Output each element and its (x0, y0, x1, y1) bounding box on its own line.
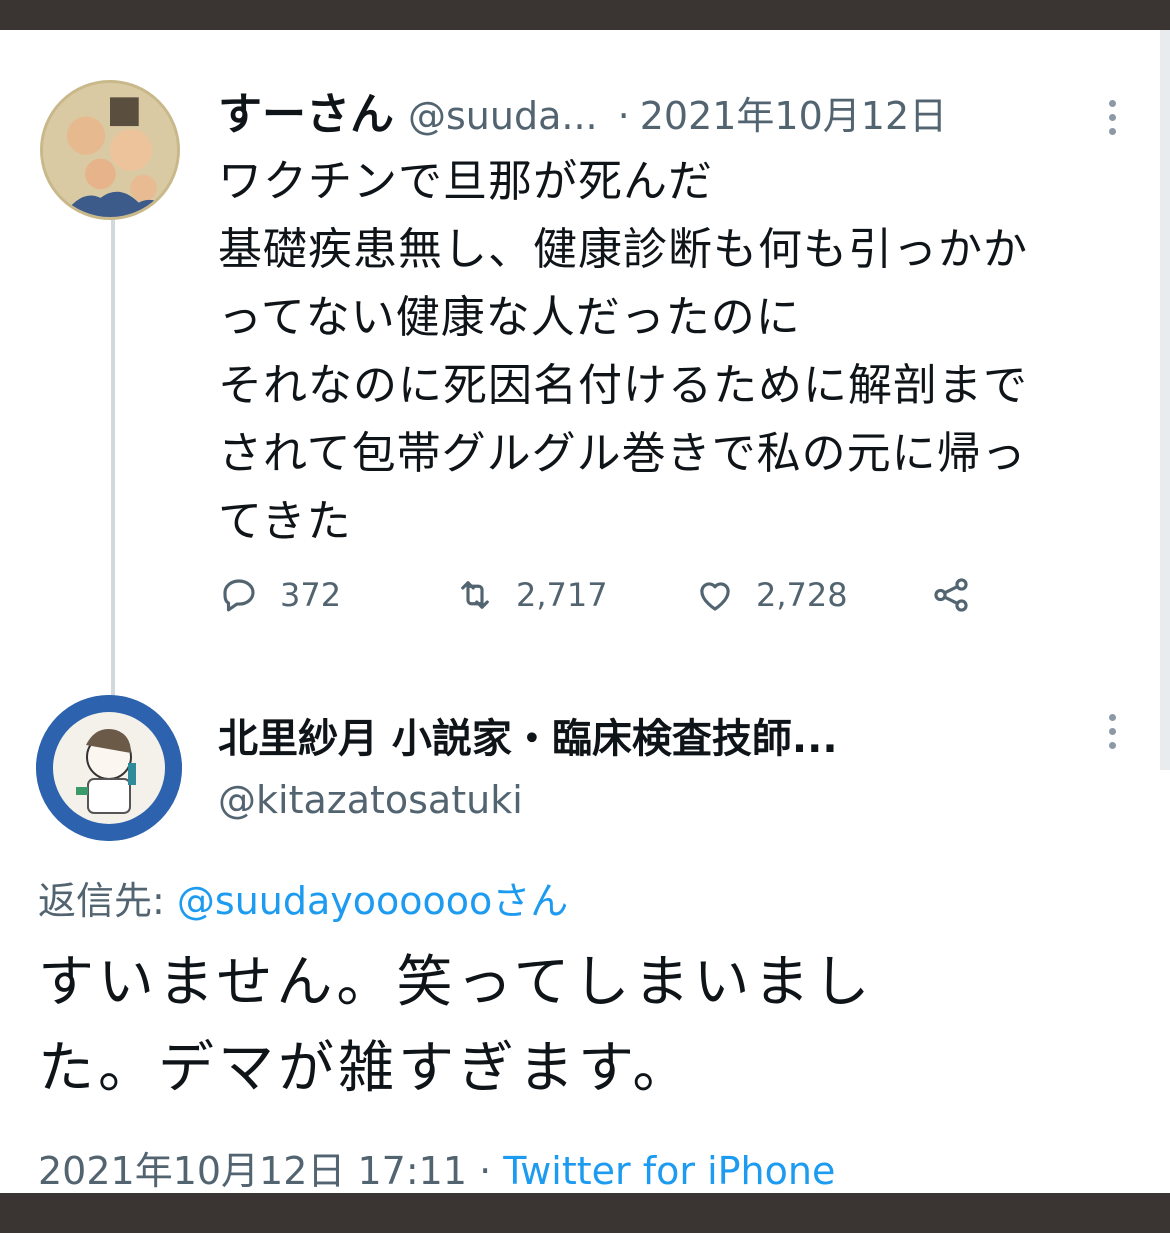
retweet-icon (461, 581, 489, 609)
more-options-icon[interactable] (1105, 100, 1119, 144)
tweet-text-line: 基礎疾患無し、健康診断も何も引っかか (218, 224, 1028, 275)
scrollbar[interactable] (1160, 30, 1170, 770)
like-count: 2,728 (756, 576, 848, 614)
tweet-text-line: ってない健康な人だったのに (218, 292, 801, 343)
share-icon (934, 578, 968, 612)
reply-target-link[interactable]: @suudayooooooさん (177, 879, 568, 923)
tweet-footer: 2021年10月12日 17:11 · Twitter for iPhone (38, 1140, 835, 1193)
reply-count: 372 (280, 576, 342, 614)
avatar[interactable] (40, 80, 180, 220)
reply-context: 返信先: @suudayooooooさん (38, 870, 568, 925)
share-button[interactable] (930, 570, 992, 620)
tweet-text-line: てきた (218, 496, 352, 547)
tweet-header: すーさん @suuda... · 2021年10月12日 (218, 78, 947, 142)
tweet-text-line: それなのに死因名付けるために解剖まで (218, 360, 1028, 411)
reply-button[interactable]: 372 (218, 570, 341, 620)
tweet-date[interactable]: 2021年10月12日 (640, 85, 947, 140)
display-name[interactable]: 北里紗月 小説家・臨床検査技師... (218, 706, 838, 764)
tweet-text-line: されて包帯グルグル巻きで私の元に帰っ (218, 428, 1027, 479)
tweet-text: すいません。笑ってしまいまし た。デマが雑すぎます。 (38, 940, 1138, 1112)
tweet-timestamp[interactable]: 2021年10月12日 17:11 (38, 1149, 467, 1193)
separator-dot: · (479, 1149, 492, 1193)
tweet-text-line: ワクチンで旦那が死んだ (218, 156, 713, 207)
reply-target-handle[interactable]: @suudayoooooo (177, 879, 492, 923)
user-handle[interactable]: @kitazatosatuki (218, 778, 523, 822)
avatar-illustration (43, 83, 177, 217)
tweet-source-link[interactable]: Twitter for iPhone (503, 1149, 835, 1193)
avatar-illustration (36, 695, 182, 841)
display-name[interactable]: すーさん (218, 78, 394, 142)
tweet-text-line: すいません。笑ってしまいまし (38, 950, 874, 1015)
comment-icon (223, 579, 255, 612)
tweet-text-line: た。デマが雑すぎます。 (38, 1036, 693, 1101)
more-options-icon[interactable] (1105, 714, 1119, 758)
tweet-text: ワクチンで旦那が死んだ 基礎疾患無し、健康診断も何も引っかか ってない健康な人だ… (218, 148, 1148, 556)
thread-connector-line (111, 220, 115, 710)
heart-icon (700, 582, 730, 611)
reply-prefix: 返信先: (38, 879, 165, 923)
tweet-card: すーさん @suuda... · 2021年10月12日 ワクチンで旦那が死んだ… (0, 30, 1170, 1193)
separator-dot: · (617, 94, 630, 138)
user-handle[interactable]: @suuda... (408, 94, 598, 138)
reply-target-suffix[interactable]: さん (492, 879, 568, 923)
retweet-button[interactable]: 2,717 (454, 570, 608, 620)
retweet-count: 2,717 (516, 576, 608, 614)
like-button[interactable]: 2,728 (694, 570, 848, 620)
avatar[interactable] (36, 695, 182, 841)
